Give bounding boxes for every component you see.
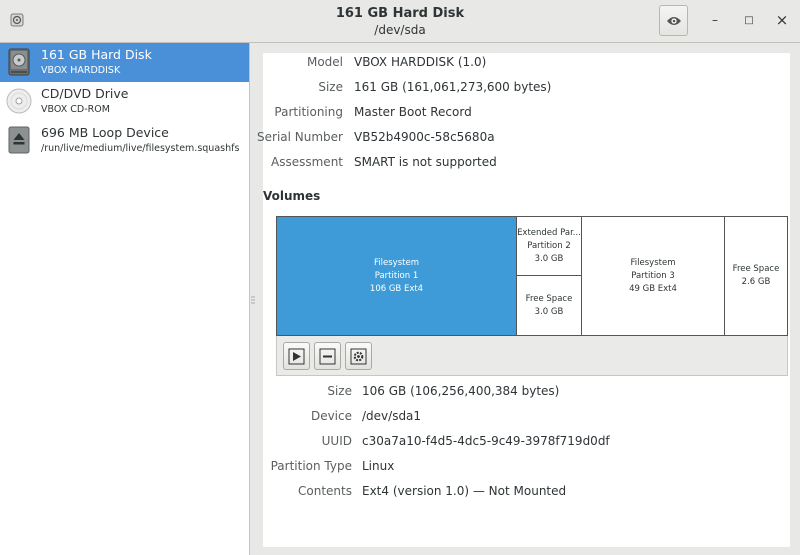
segment-line: 3.0 GB	[534, 306, 564, 317]
segment-line: 106 GB Ext4	[369, 283, 424, 294]
drive-size-value: 161 GB (161,061,273,600 bytes)	[354, 80, 552, 94]
volume-partition-1[interactable]: Filesystem Partition 1 106 GB Ext4	[277, 217, 516, 335]
drive-partitioning-value: Master Boot Record	[354, 105, 472, 119]
segment-line: Extended Par...	[517, 227, 581, 238]
header-bar: 161 GB Hard Disk /dev/sda – □ ×	[0, 0, 800, 43]
segment-line: 3.0 GB	[534, 253, 564, 264]
partition-device-label: Device	[310, 409, 352, 423]
close-button[interactable]: ×	[774, 11, 790, 29]
drive-model-value: VBOX HARDDISK (1.0)	[354, 55, 487, 69]
partition-size-value: 106 GB (106,256,400,384 bytes)	[362, 384, 560, 398]
drive-serial-row: Serial Number VB52b4900c-58c5680a	[257, 128, 763, 146]
partition-size-label: Size	[327, 384, 352, 398]
minimize-button[interactable]: –	[707, 12, 723, 28]
sidebar-item-name: 161 GB Hard Disk	[41, 47, 152, 62]
sidebar-item-name: CD/DVD Drive	[41, 86, 129, 101]
window-title: 161 GB Hard Disk	[335, 6, 465, 21]
volume-toolbar	[276, 336, 788, 376]
partition-type-row: Partition Type Linux	[263, 457, 783, 475]
volume-free-space-end[interactable]: Free Space 2.6 GB	[724, 217, 787, 335]
harddisk-icon	[6, 48, 32, 76]
volume-partition-2[interactable]: Extended Par... Partition 2 3.0 GB	[516, 217, 581, 276]
sidebar-item-subtitle: /run/live/medium/live/filesystem.squashf…	[41, 143, 240, 154]
partition-settings-button[interactable]	[345, 342, 372, 370]
drive-assessment-value: SMART is not supported	[354, 155, 497, 169]
segment-line: Free Space	[525, 293, 573, 304]
segment-line: Filesystem	[374, 257, 419, 268]
window-subtitle: /dev/sda	[374, 23, 426, 37]
play-icon	[288, 348, 305, 364]
mount-button[interactable]	[283, 342, 310, 370]
pane-resize-handle[interactable]	[251, 296, 255, 304]
drive-model-row: Model VBOX HARDDISK (1.0)	[263, 53, 763, 71]
close-icon: ×	[775, 11, 789, 29]
partition-contents-label: Contents	[298, 484, 352, 498]
sidebar-item-subtitle: VBOX CD-ROM	[41, 104, 110, 115]
gear-icon	[350, 348, 367, 364]
partition-device-row: Device /dev/sda1	[263, 407, 783, 425]
partition-uuid-row: UUID c30a7a10-f4d5-4dc5-9c49-3978f719d0d…	[263, 432, 783, 450]
segment-line: Filesystem	[630, 257, 676, 268]
drive-options-button[interactable]	[659, 5, 688, 36]
segment-line: Free Space	[732, 264, 780, 274]
sidebar-item-loop-device[interactable]: 696 MB Loop Device /run/live/medium/live…	[0, 121, 249, 160]
partition-uuid-value: c30a7a10-f4d5-4dc5-9c49-3978f719d0df	[362, 434, 610, 448]
drive-serial-value: VB52b4900c-58c5680a	[354, 130, 495, 144]
sidebar-item-harddisk[interactable]: 161 GB Hard Disk VBOX HARDDISK	[0, 43, 249, 82]
drive-model-label: Model	[306, 55, 343, 69]
volume-partition-3[interactable]: Filesystem Partition 3 49 GB Ext4	[581, 217, 724, 335]
segment-line: Partition 2	[527, 240, 571, 251]
minimize-icon: –	[712, 13, 718, 27]
partition-device-value: /dev/sda1	[362, 409, 422, 423]
optical-disc-icon	[6, 87, 32, 115]
sidebar-item-name: 696 MB Loop Device	[41, 125, 169, 140]
segment-line: 49 GB Ext4	[629, 283, 677, 294]
maximize-icon: □	[744, 14, 754, 26]
sidebar-item-cd-dvd[interactable]: CD/DVD Drive VBOX CD-ROM	[0, 82, 249, 121]
segment-line: Partition 1	[374, 270, 419, 281]
partition-uuid-label: UUID	[321, 434, 352, 448]
partition-size-row: Size 106 GB (106,256,400,384 bytes)	[263, 382, 783, 400]
minus-icon	[319, 348, 336, 364]
partition-type-label: Partition Type	[270, 459, 352, 473]
device-sidebar: 161 GB Hard Disk VBOX HARDDISK CD/DVD Dr…	[0, 43, 250, 555]
maximize-button[interactable]: □	[741, 12, 757, 28]
drive-assessment-row: Assessment SMART is not supported	[263, 153, 763, 171]
volume-free-space-inner[interactable]: Free Space 3.0 GB	[516, 276, 581, 335]
drive-partitioning-label: Partitioning	[274, 105, 343, 119]
delete-partition-button[interactable]	[314, 342, 341, 370]
drive-assessment-label: Assessment	[271, 155, 343, 169]
drive-serial-label: Serial Number	[257, 130, 343, 144]
partition-contents-row: Contents Ext4 (version 1.0) — Not Mounte…	[263, 482, 783, 500]
volumes-heading: Volumes	[263, 189, 321, 203]
drive-size-row: Size 161 GB (161,061,273,600 bytes)	[263, 78, 763, 96]
title-block: 161 GB Hard Disk /dev/sda	[250, 5, 550, 38]
partition-contents-value: Ext4 (version 1.0) — Not Mounted	[362, 484, 567, 498]
app-menu-icon[interactable]	[9, 12, 25, 28]
drive-partitioning-row: Partitioning Master Boot Record	[263, 103, 763, 121]
segment-line: Partition 3	[631, 270, 675, 281]
volume-map: Filesystem Partition 1 106 GB Ext4 Exten…	[276, 216, 788, 336]
drive-size-label: Size	[318, 80, 343, 94]
loop-device-icon	[6, 126, 32, 154]
segment-line: 2.6 GB	[741, 277, 771, 287]
partition-type-value: Linux	[362, 459, 395, 473]
eye-icon	[666, 16, 681, 25]
sidebar-item-subtitle: VBOX HARDDISK	[41, 65, 121, 76]
